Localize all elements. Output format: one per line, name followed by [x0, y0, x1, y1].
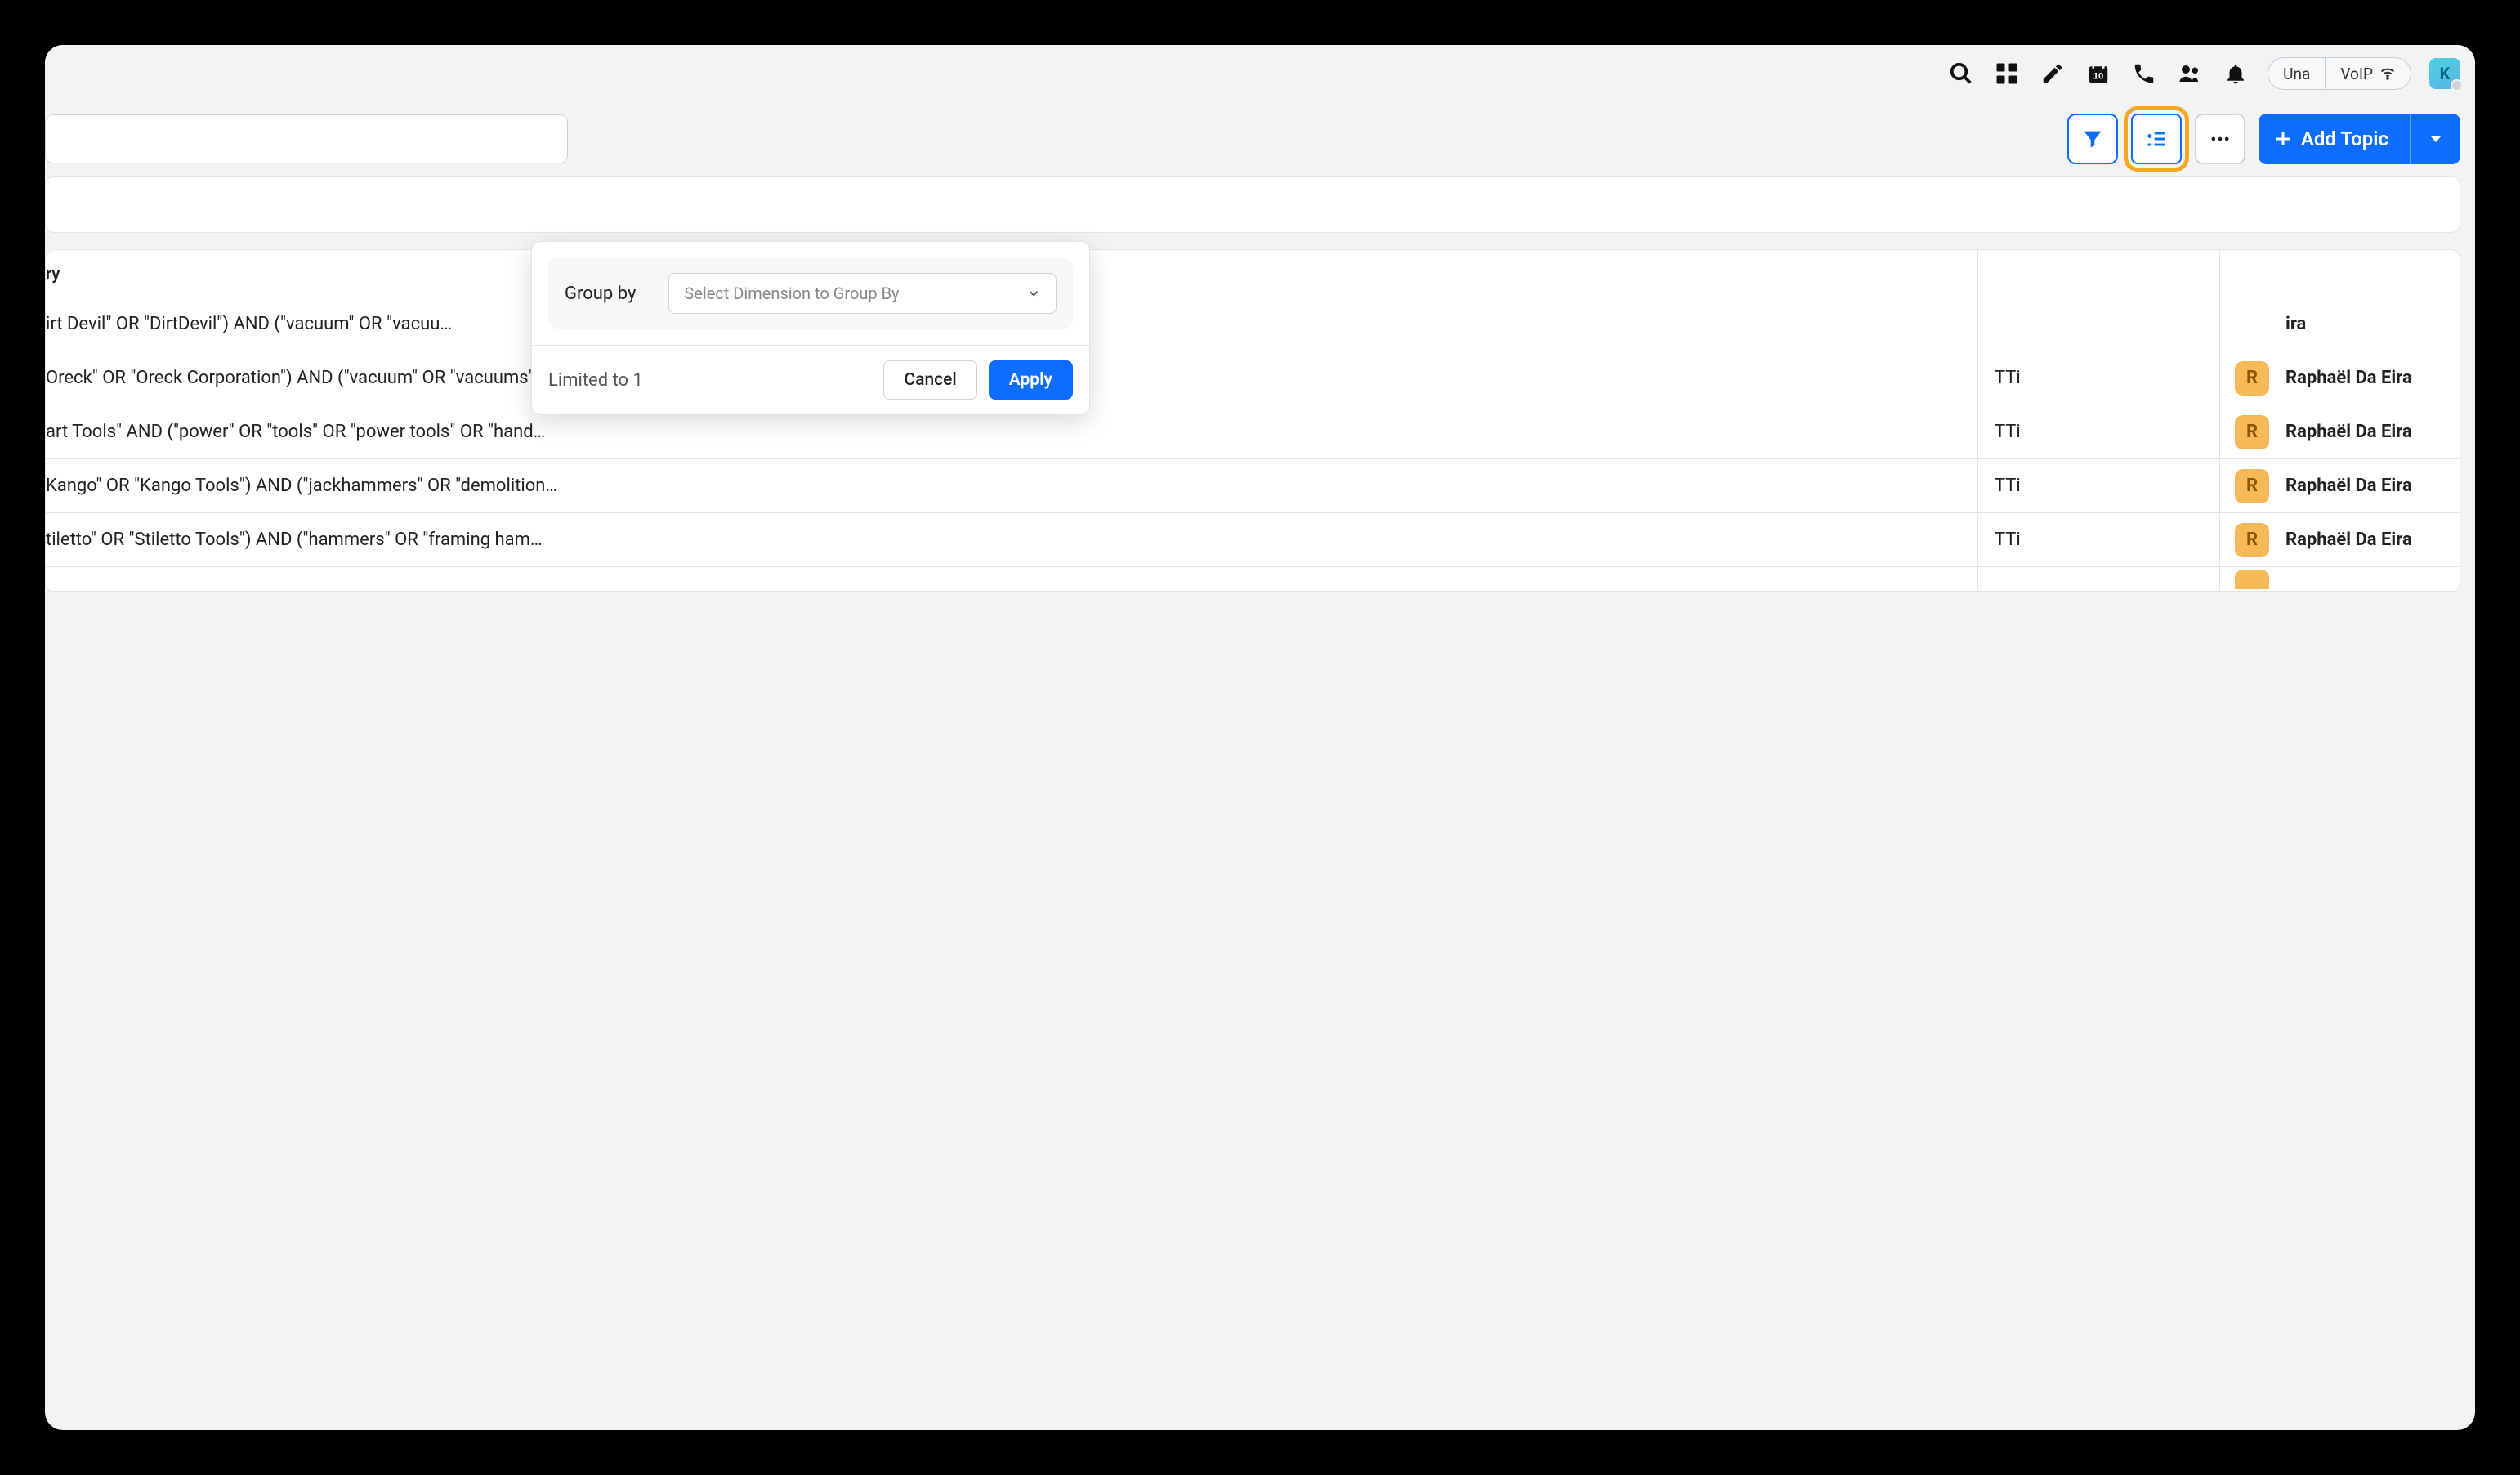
- add-topic-caret[interactable]: [2410, 114, 2460, 164]
- caret-down-icon: [2426, 129, 2446, 149]
- toolbar: Add Topic: [45, 102, 2475, 176]
- status-pill: Una VoIP: [2268, 57, 2411, 90]
- add-topic-label: Add Topic: [2301, 127, 2388, 150]
- limited-note: Limited to 1: [548, 370, 872, 391]
- owner-name: Raphaël Da Eira: [2285, 422, 2412, 442]
- owner-tag: R: [2235, 523, 2269, 557]
- owner-name: Raphaël Da Eira: [2285, 530, 2412, 550]
- dots-icon: [2209, 127, 2232, 150]
- cell-query: tiletto" OR "Stiletto Tools") AND ("hamm…: [46, 530, 1977, 550]
- calendar-icon[interactable]: 10: [2084, 60, 2112, 87]
- add-topic-button[interactable]: Add Topic: [2259, 114, 2460, 164]
- svg-text:10: 10: [2093, 71, 2104, 81]
- table-row[interactable]: Oreck" OR "Oreck Corporation") AND ("vac…: [46, 351, 2460, 405]
- cell-customer: TTi: [1977, 405, 2219, 458]
- cell-customer: TTi: [1977, 351, 2219, 405]
- group-by-button[interactable]: [2131, 114, 2182, 164]
- owner-tag: [2235, 570, 2269, 589]
- search-input[interactable]: [45, 114, 568, 163]
- voip-label: VoIP: [2340, 65, 2373, 83]
- filter-button[interactable]: [2067, 114, 2118, 164]
- people-icon[interactable]: [2176, 60, 2204, 87]
- col-header-customer[interactable]: [1977, 250, 2219, 297]
- apps-grid-icon[interactable]: [1993, 60, 2021, 87]
- owner-tag: R: [2235, 469, 2269, 503]
- cell-query: Kango" OR "Kango Tools") AND ("jackhamme…: [46, 476, 1977, 496]
- owner-tag: R: [2235, 415, 2269, 449]
- cell-customer: TTi: [1977, 459, 2219, 512]
- app-window: 10 Una VoIP K: [45, 45, 2475, 1430]
- cell-query: art Tools" AND ("power" OR "tools" OR "p…: [46, 422, 1977, 442]
- compose-icon[interactable]: [2039, 60, 2066, 87]
- wifi-icon: [2379, 65, 2396, 82]
- data-table: ry irt Devil" OR "DirtDevil") AND ("vacu…: [45, 249, 2460, 592]
- group-by-popover: Group by Select Dimension to Group By Li…: [531, 241, 1090, 415]
- table-row[interactable]: Kango" OR "Kango Tools") AND ("jackhamme…: [46, 459, 2460, 513]
- bell-icon[interactable]: [2222, 60, 2250, 87]
- table-row[interactable]: art Tools" AND ("power" OR "tools" OR "p…: [46, 405, 2460, 459]
- col-header-owner[interactable]: [2219, 250, 2460, 297]
- group-lines-icon: [2145, 127, 2168, 150]
- chevron-down-icon: [1026, 286, 1041, 301]
- user-badge[interactable]: Una: [2268, 58, 2325, 89]
- voip-status[interactable]: VoIP: [2325, 58, 2411, 89]
- table-row[interactable]: irt Devil" OR "DirtDevil") AND ("vacuum"…: [46, 297, 2460, 351]
- table-row[interactable]: [46, 567, 2460, 592]
- search-icon[interactable]: [1947, 60, 1975, 87]
- avatar[interactable]: K: [2429, 58, 2460, 89]
- app-header: 10 Una VoIP K: [45, 45, 2475, 102]
- funnel-icon: [2081, 127, 2104, 150]
- group-by-field: Group by Select Dimension to Group By: [548, 258, 1073, 329]
- plus-icon: [2273, 129, 2293, 149]
- owner-name: Raphaël Da Eira: [2285, 476, 2412, 496]
- subheader-bar: [45, 176, 2460, 233]
- owner-name: Raphaël Da Eira: [2285, 368, 2412, 388]
- phone-icon[interactable]: [2130, 60, 2158, 87]
- group-by-label: Group by: [565, 284, 636, 304]
- cancel-button[interactable]: Cancel: [883, 360, 976, 400]
- cell-customer: [1977, 297, 2219, 351]
- owner-name: ira: [2285, 314, 2306, 334]
- more-button[interactable]: [2195, 114, 2245, 164]
- owner-tag: R: [2235, 361, 2269, 396]
- table-header: ry: [46, 250, 2460, 297]
- table-row[interactable]: tiletto" OR "Stiletto Tools") AND ("hamm…: [46, 513, 2460, 567]
- select-placeholder: Select Dimension to Group By: [684, 284, 899, 303]
- apply-button[interactable]: Apply: [989, 360, 1073, 400]
- group-by-select[interactable]: Select Dimension to Group By: [668, 273, 1057, 314]
- cell-customer: TTi: [1977, 513, 2219, 566]
